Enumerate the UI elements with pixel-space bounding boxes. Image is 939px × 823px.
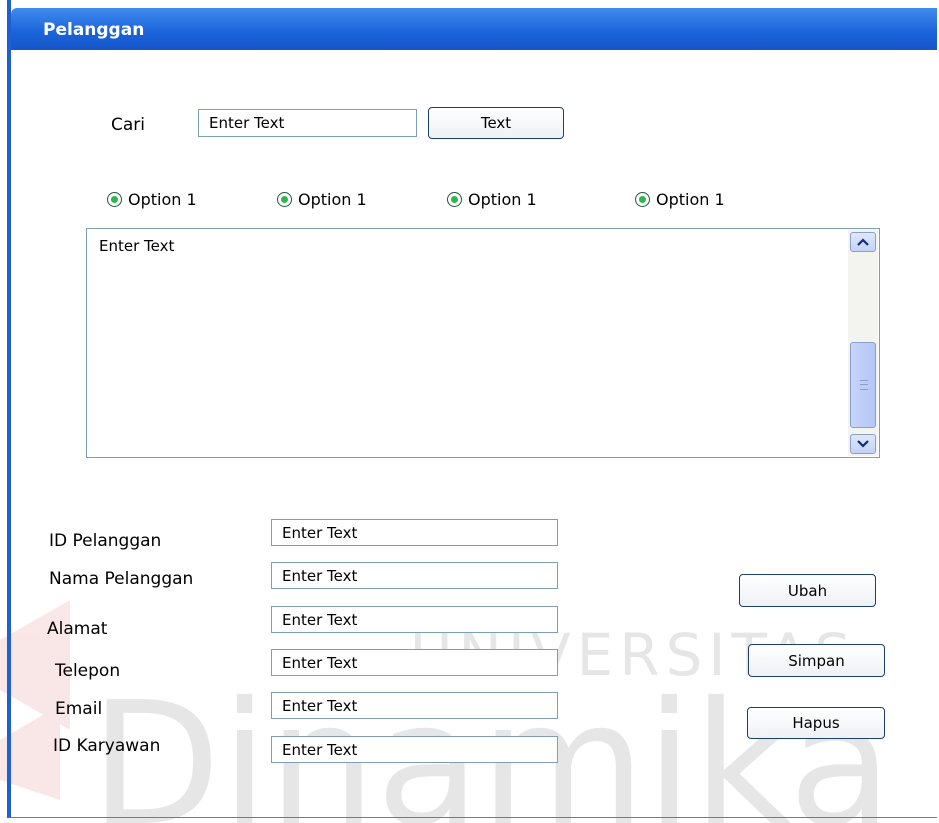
id-pelanggan-input[interactable]: Enter Text <box>271 519 558 546</box>
ubah-button[interactable]: Ubah <box>739 574 876 607</box>
radio-option-label: Option 1 <box>656 190 725 209</box>
radio-selected-icon <box>277 192 292 207</box>
radio-option-3[interactable]: Option 1 <box>447 190 537 209</box>
email-label: Email <box>55 699 103 719</box>
scroll-down-button[interactable] <box>850 434 876 454</box>
search-input[interactable]: Enter Text <box>198 109 417 137</box>
results-textarea[interactable]: Enter Text <box>86 228 880 458</box>
radio-option-2[interactable]: Option 1 <box>277 190 367 209</box>
radio-option-1[interactable]: Option 1 <box>107 190 197 209</box>
results-text: Enter Text <box>99 237 175 255</box>
search-label: Cari <box>111 115 145 135</box>
chevron-up-icon <box>857 238 869 246</box>
id-karyawan-label: ID Karyawan <box>53 736 161 756</box>
chevron-down-icon <box>857 440 869 448</box>
pelanggan-window: Pelanggan Cari Enter Text Text Option 1 … <box>7 0 937 818</box>
scroll-up-button[interactable] <box>850 232 876 252</box>
radio-selected-icon <box>635 192 650 207</box>
radio-option-label: Option 1 <box>298 190 367 209</box>
vertical-scrollbar[interactable] <box>848 230 878 456</box>
title-bar[interactable]: Pelanggan <box>11 8 937 50</box>
nama-pelanggan-input[interactable]: Enter Text <box>271 562 558 589</box>
radio-option-label: Option 1 <box>128 190 197 209</box>
alamat-input[interactable]: Enter Text <box>271 606 558 633</box>
id-karyawan-input[interactable]: Enter Text <box>271 736 558 763</box>
scroll-thumb[interactable] <box>850 342 876 428</box>
radio-selected-icon <box>447 192 462 207</box>
email-input[interactable]: Enter Text <box>271 692 558 719</box>
nama-pelanggan-label: Nama Pelanggan <box>49 569 194 589</box>
search-button[interactable]: Text <box>428 107 564 139</box>
window-title: Pelanggan <box>43 20 145 40</box>
radio-option-label: Option 1 <box>468 190 537 209</box>
radio-option-4[interactable]: Option 1 <box>635 190 725 209</box>
hapus-button[interactable]: Hapus <box>747 707 885 739</box>
simpan-button[interactable]: Simpan <box>748 644 885 677</box>
alamat-label: Alamat <box>47 619 108 639</box>
id-pelanggan-label: ID Pelanggan <box>49 531 162 551</box>
grip-icon <box>860 380 868 390</box>
telepon-label: Telepon <box>55 661 121 681</box>
radio-selected-icon <box>107 192 122 207</box>
telepon-input[interactable]: Enter Text <box>271 649 558 676</box>
